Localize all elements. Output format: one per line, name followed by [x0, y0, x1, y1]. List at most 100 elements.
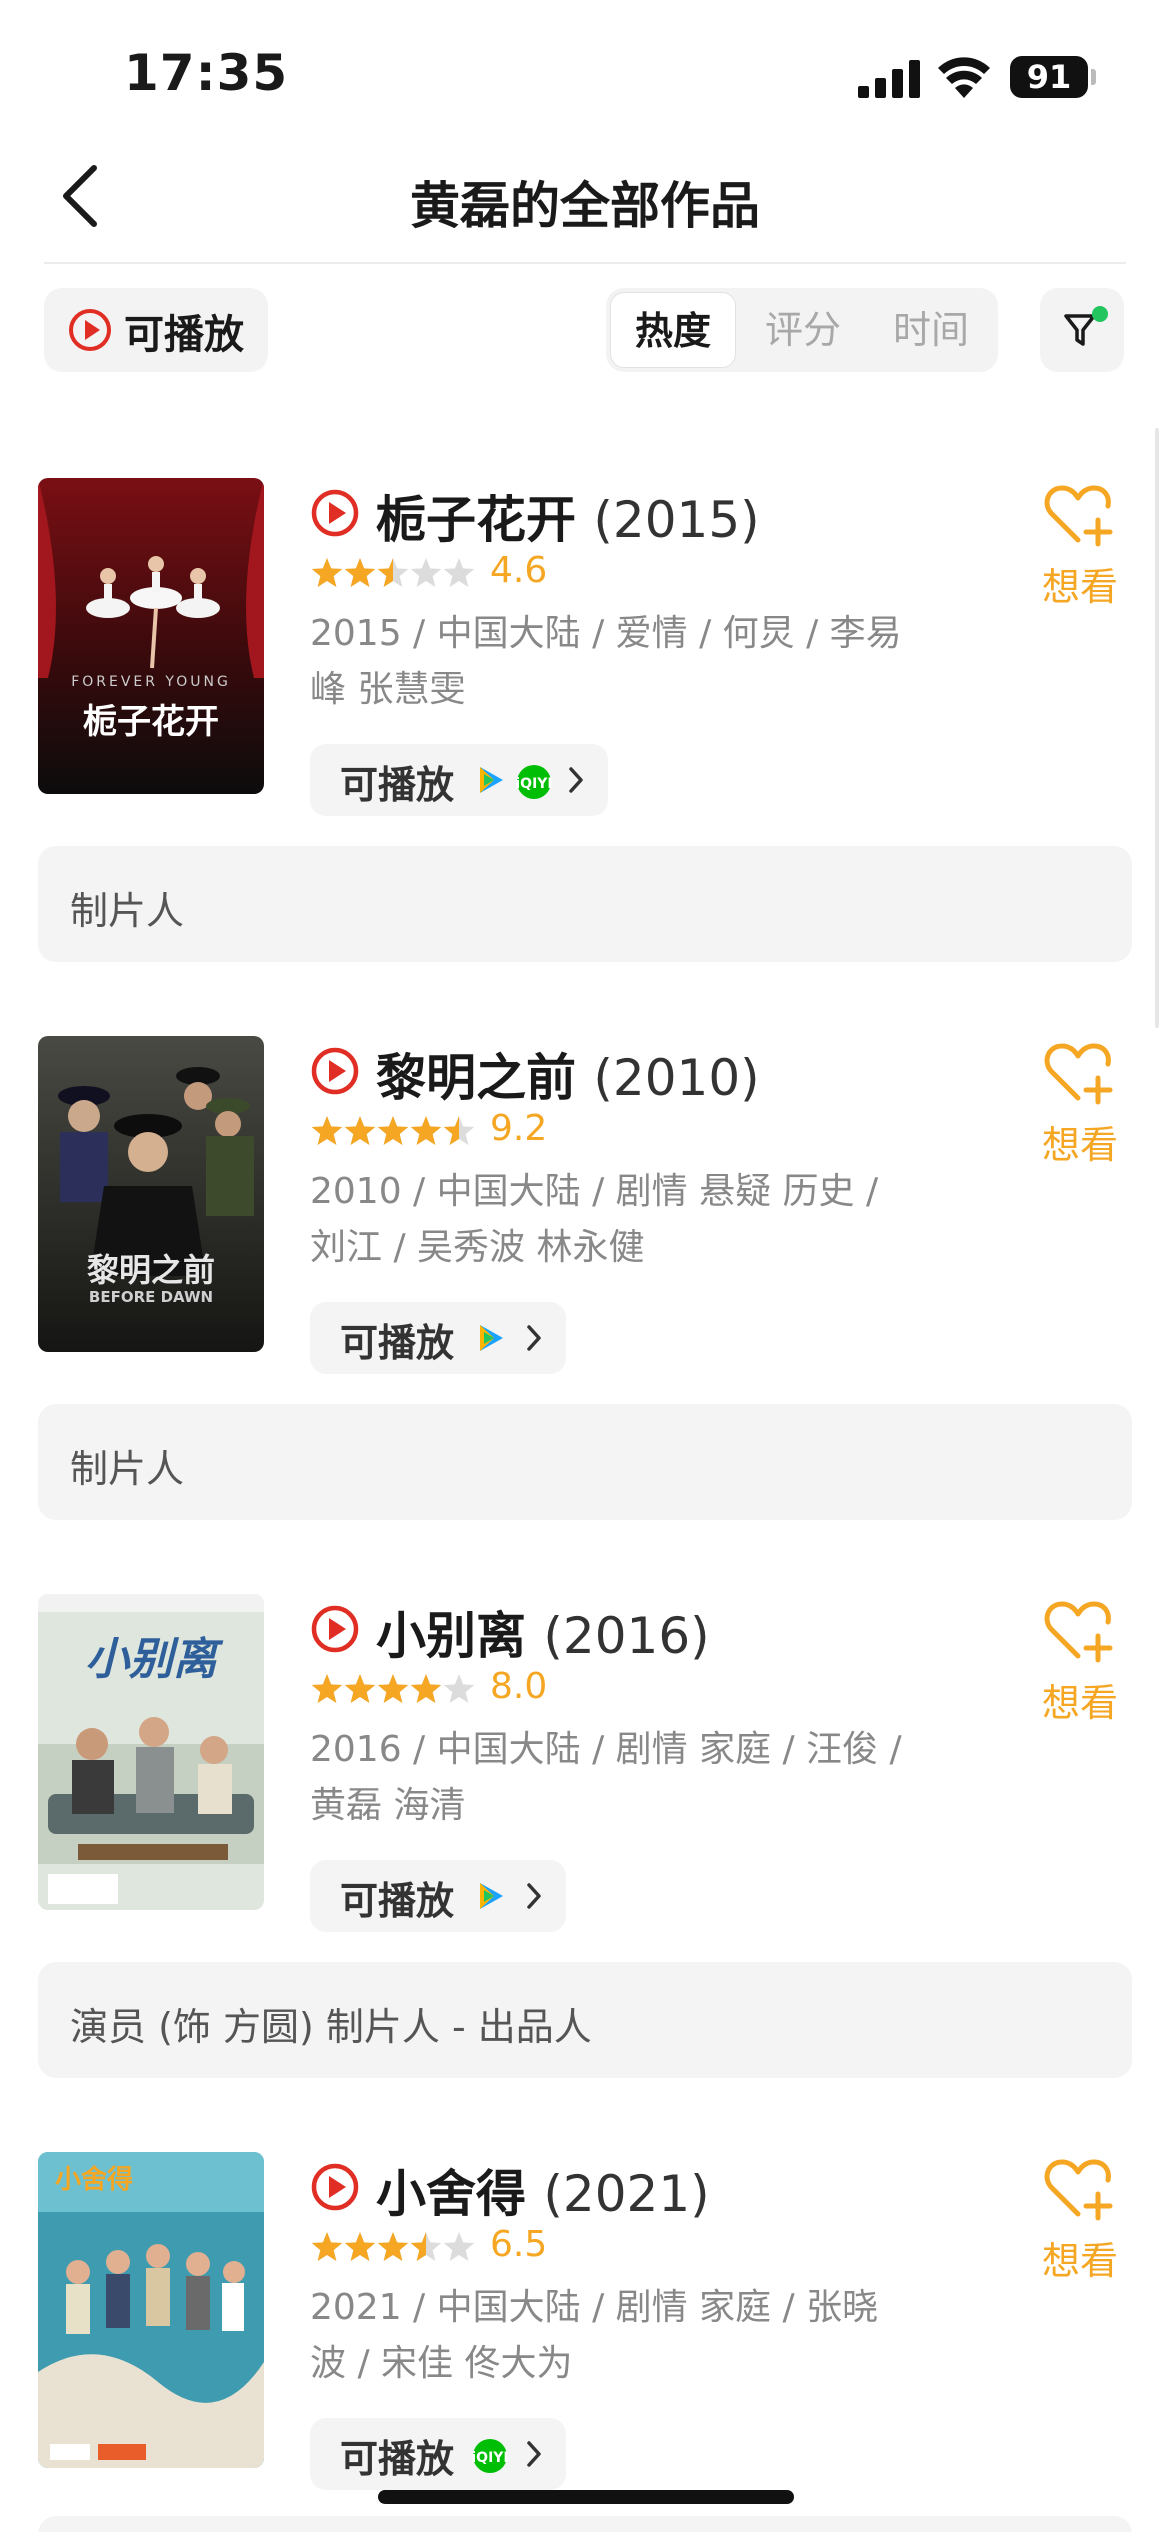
sort-tabs: 热度 评分 时间 [606, 288, 998, 372]
star-icon [443, 558, 475, 587]
nav-divider [44, 262, 1126, 264]
film-title[interactable]: 黎明之前 (2010) [376, 1038, 760, 1110]
filter-button[interactable] [1040, 288, 1124, 372]
status-time: 17:35 [124, 44, 289, 102]
sort-tab-popularity[interactable]: 热度 [610, 292, 736, 368]
poster-title: 栀子花开 [83, 702, 219, 742]
play-sources-button[interactable]: 可播放 [310, 1860, 566, 1932]
iqiyi-icon: iQIYI [516, 765, 552, 799]
film-meta: 2016 / 中国大陆 / 剧情 家庭 / 汪俊 / 黄磊 海清 [310, 1722, 950, 1834]
playable-filter-button[interactable]: 可播放 [44, 288, 268, 372]
chevron-right-icon [527, 1883, 541, 1909]
want-to-watch-label: 想看 [1041, 2239, 1118, 2283]
star-icon [443, 1674, 475, 1703]
film-item[interactable]: 小别离 小别离 (2016) 8.0 2016 / 中国大陆 / 剧情 家庭 /… [0, 1594, 1170, 2078]
film-meta-line: 峰 张慧雯 [310, 669, 466, 710]
star-icon [410, 558, 442, 587]
film-meta-line: 波 / 宋佳 佟大为 [310, 2343, 573, 2384]
star-rating [311, 1116, 475, 1145]
star-filled-icon [344, 1674, 376, 1703]
play-circle-icon [311, 1605, 359, 1653]
rating-score: 9.2 [490, 1108, 548, 1149]
want-to-watch-label: 想看 [1041, 1681, 1118, 1725]
play-sources-label: 可播放 [340, 2437, 455, 2481]
play-sources-button[interactable]: 可播放 [310, 1302, 566, 1374]
want-to-watch-button[interactable]: 想看 [1030, 1594, 1130, 1734]
home-indicator[interactable] [378, 2490, 794, 2504]
role-text: 演员 (饰 方圆) 制片人 - 出品人 [70, 2005, 592, 2049]
poster-subtext: BEFORE DAWN [89, 1288, 213, 1306]
poster-image[interactable]: 小别离 [38, 1594, 264, 1910]
film-title[interactable]: 小别离 (2016) [376, 1596, 710, 1668]
tencent-video-icon [480, 767, 503, 793]
star-filled-icon [377, 1674, 409, 1703]
play-circle-icon [311, 489, 359, 537]
star-filled-icon [344, 558, 376, 587]
sort-tab-rating[interactable]: 评分 [740, 292, 866, 368]
film-title-text: 小别离 [376, 1607, 526, 1665]
star-filled-icon [344, 1116, 376, 1145]
svg-text:iQIYI: iQIYI [472, 2450, 508, 2466]
star-rating [311, 558, 475, 587]
rating-score: 4.6 [490, 550, 548, 591]
want-to-watch-button[interactable]: 想看 [1030, 478, 1130, 618]
film-meta-line: 2010 / 中国大陆 / 剧情 悬疑 历史 / [310, 1171, 879, 1212]
play-sources-label: 可播放 [340, 763, 455, 807]
role-box [38, 2516, 1132, 2532]
poster-title: 黎明之前 [87, 1251, 215, 1289]
page-title: 黄磊的全部作品 [410, 177, 760, 235]
film-meta-line: 2021 / 中国大陆 / 剧情 家庭 / 张晓 [310, 2287, 879, 2328]
play-sources-button[interactable]: 可播放 iQIYI [310, 744, 608, 816]
film-item[interactable]: 黎明之前 BEFORE DAWN 黎明之前 (2010) 9.2 2010 / … [0, 1036, 1170, 1520]
cellular-signal-icon [858, 60, 920, 98]
role-box: 制片人 [38, 1404, 1132, 1520]
poster-image[interactable]: FOREVER YOUNG 栀子花开 [38, 478, 264, 794]
play-circle-icon [69, 309, 111, 351]
star-filled-icon [311, 2232, 343, 2261]
nav-bar: 黄磊的全部作品 [0, 130, 1170, 264]
film-year: (2016) [543, 1607, 710, 1665]
role-text: 制片人 [70, 889, 185, 933]
film-meta-line: 2015 / 中国大陆 / 爱情 / 何炅 / 李易 [310, 613, 902, 654]
film-year: (2021) [543, 2165, 710, 2223]
star-rating [311, 1674, 475, 1703]
film-item[interactable]: 小舍得 小舍得 (2021) 6.5 2021 / 中国大陆 / 剧情 家庭 /… [0, 2152, 1170, 2532]
filter-row: 可播放 热度 评分 时间 [0, 288, 1170, 374]
star-filled-icon [410, 1674, 442, 1703]
film-meta-line: 刘江 / 吴秀波 林永健 [310, 1227, 645, 1268]
chevron-right-icon [569, 767, 583, 793]
want-to-watch-button[interactable]: 想看 [1030, 2152, 1130, 2292]
filter-active-dot [1092, 306, 1108, 322]
sort-tab-time[interactable]: 时间 [868, 292, 994, 368]
screen: 17:35 91 黄磊的全部作品 可播放 热度 评分 时间 FOREVER YO… [0, 0, 1170, 2532]
film-title[interactable]: 栀子花开 (2015) [376, 480, 760, 552]
want-to-watch-button[interactable]: 想看 [1030, 1036, 1130, 1176]
iqiyi-icon: iQIYI [472, 2439, 508, 2473]
film-title[interactable]: 小舍得 (2021) [376, 2154, 710, 2226]
play-sources-label: 可播放 [340, 1321, 455, 1365]
play-circle-icon [311, 1047, 359, 1095]
play-circle-icon [311, 2163, 359, 2211]
film-title-text: 栀子花开 [376, 491, 576, 549]
poster-image[interactable]: 黎明之前 BEFORE DAWN [38, 1036, 264, 1352]
heart-plus-icon [1044, 2159, 1113, 2221]
status-bar: 17:35 91 [0, 0, 1170, 130]
wifi-icon [938, 57, 990, 98]
star-filled-icon [311, 1116, 343, 1145]
heart-plus-icon [1044, 485, 1113, 547]
film-meta-line: 黄磊 海清 [310, 1785, 466, 1826]
film-meta: 2021 / 中国大陆 / 剧情 家庭 / 张晓 波 / 宋佳 佟大为 [310, 2280, 950, 2392]
role-box: 演员 (饰 方圆) 制片人 - 出品人 [38, 1962, 1132, 2078]
rating-score: 8.0 [490, 1666, 548, 1707]
heart-plus-icon [1044, 1601, 1113, 1663]
want-to-watch-label: 想看 [1041, 565, 1118, 609]
film-item[interactable]: FOREVER YOUNG 栀子花开 栀子花开 (2015) 4.6 2015 … [0, 478, 1170, 962]
play-sources-button[interactable]: 可播放 iQIYI [310, 2418, 566, 2490]
play-sources-label: 可播放 [340, 1879, 455, 1923]
poster-image[interactable]: 小舍得 [38, 2152, 264, 2468]
film-meta: 2015 / 中国大陆 / 爱情 / 何炅 / 李易 峰 张慧雯 [310, 606, 950, 718]
tencent-video-icon [480, 1883, 503, 1909]
film-meta: 2010 / 中国大陆 / 剧情 悬疑 历史 / 刘江 / 吴秀波 林永健 [310, 1164, 950, 1276]
star-rating [311, 2232, 475, 2261]
star-icon [443, 2232, 475, 2261]
